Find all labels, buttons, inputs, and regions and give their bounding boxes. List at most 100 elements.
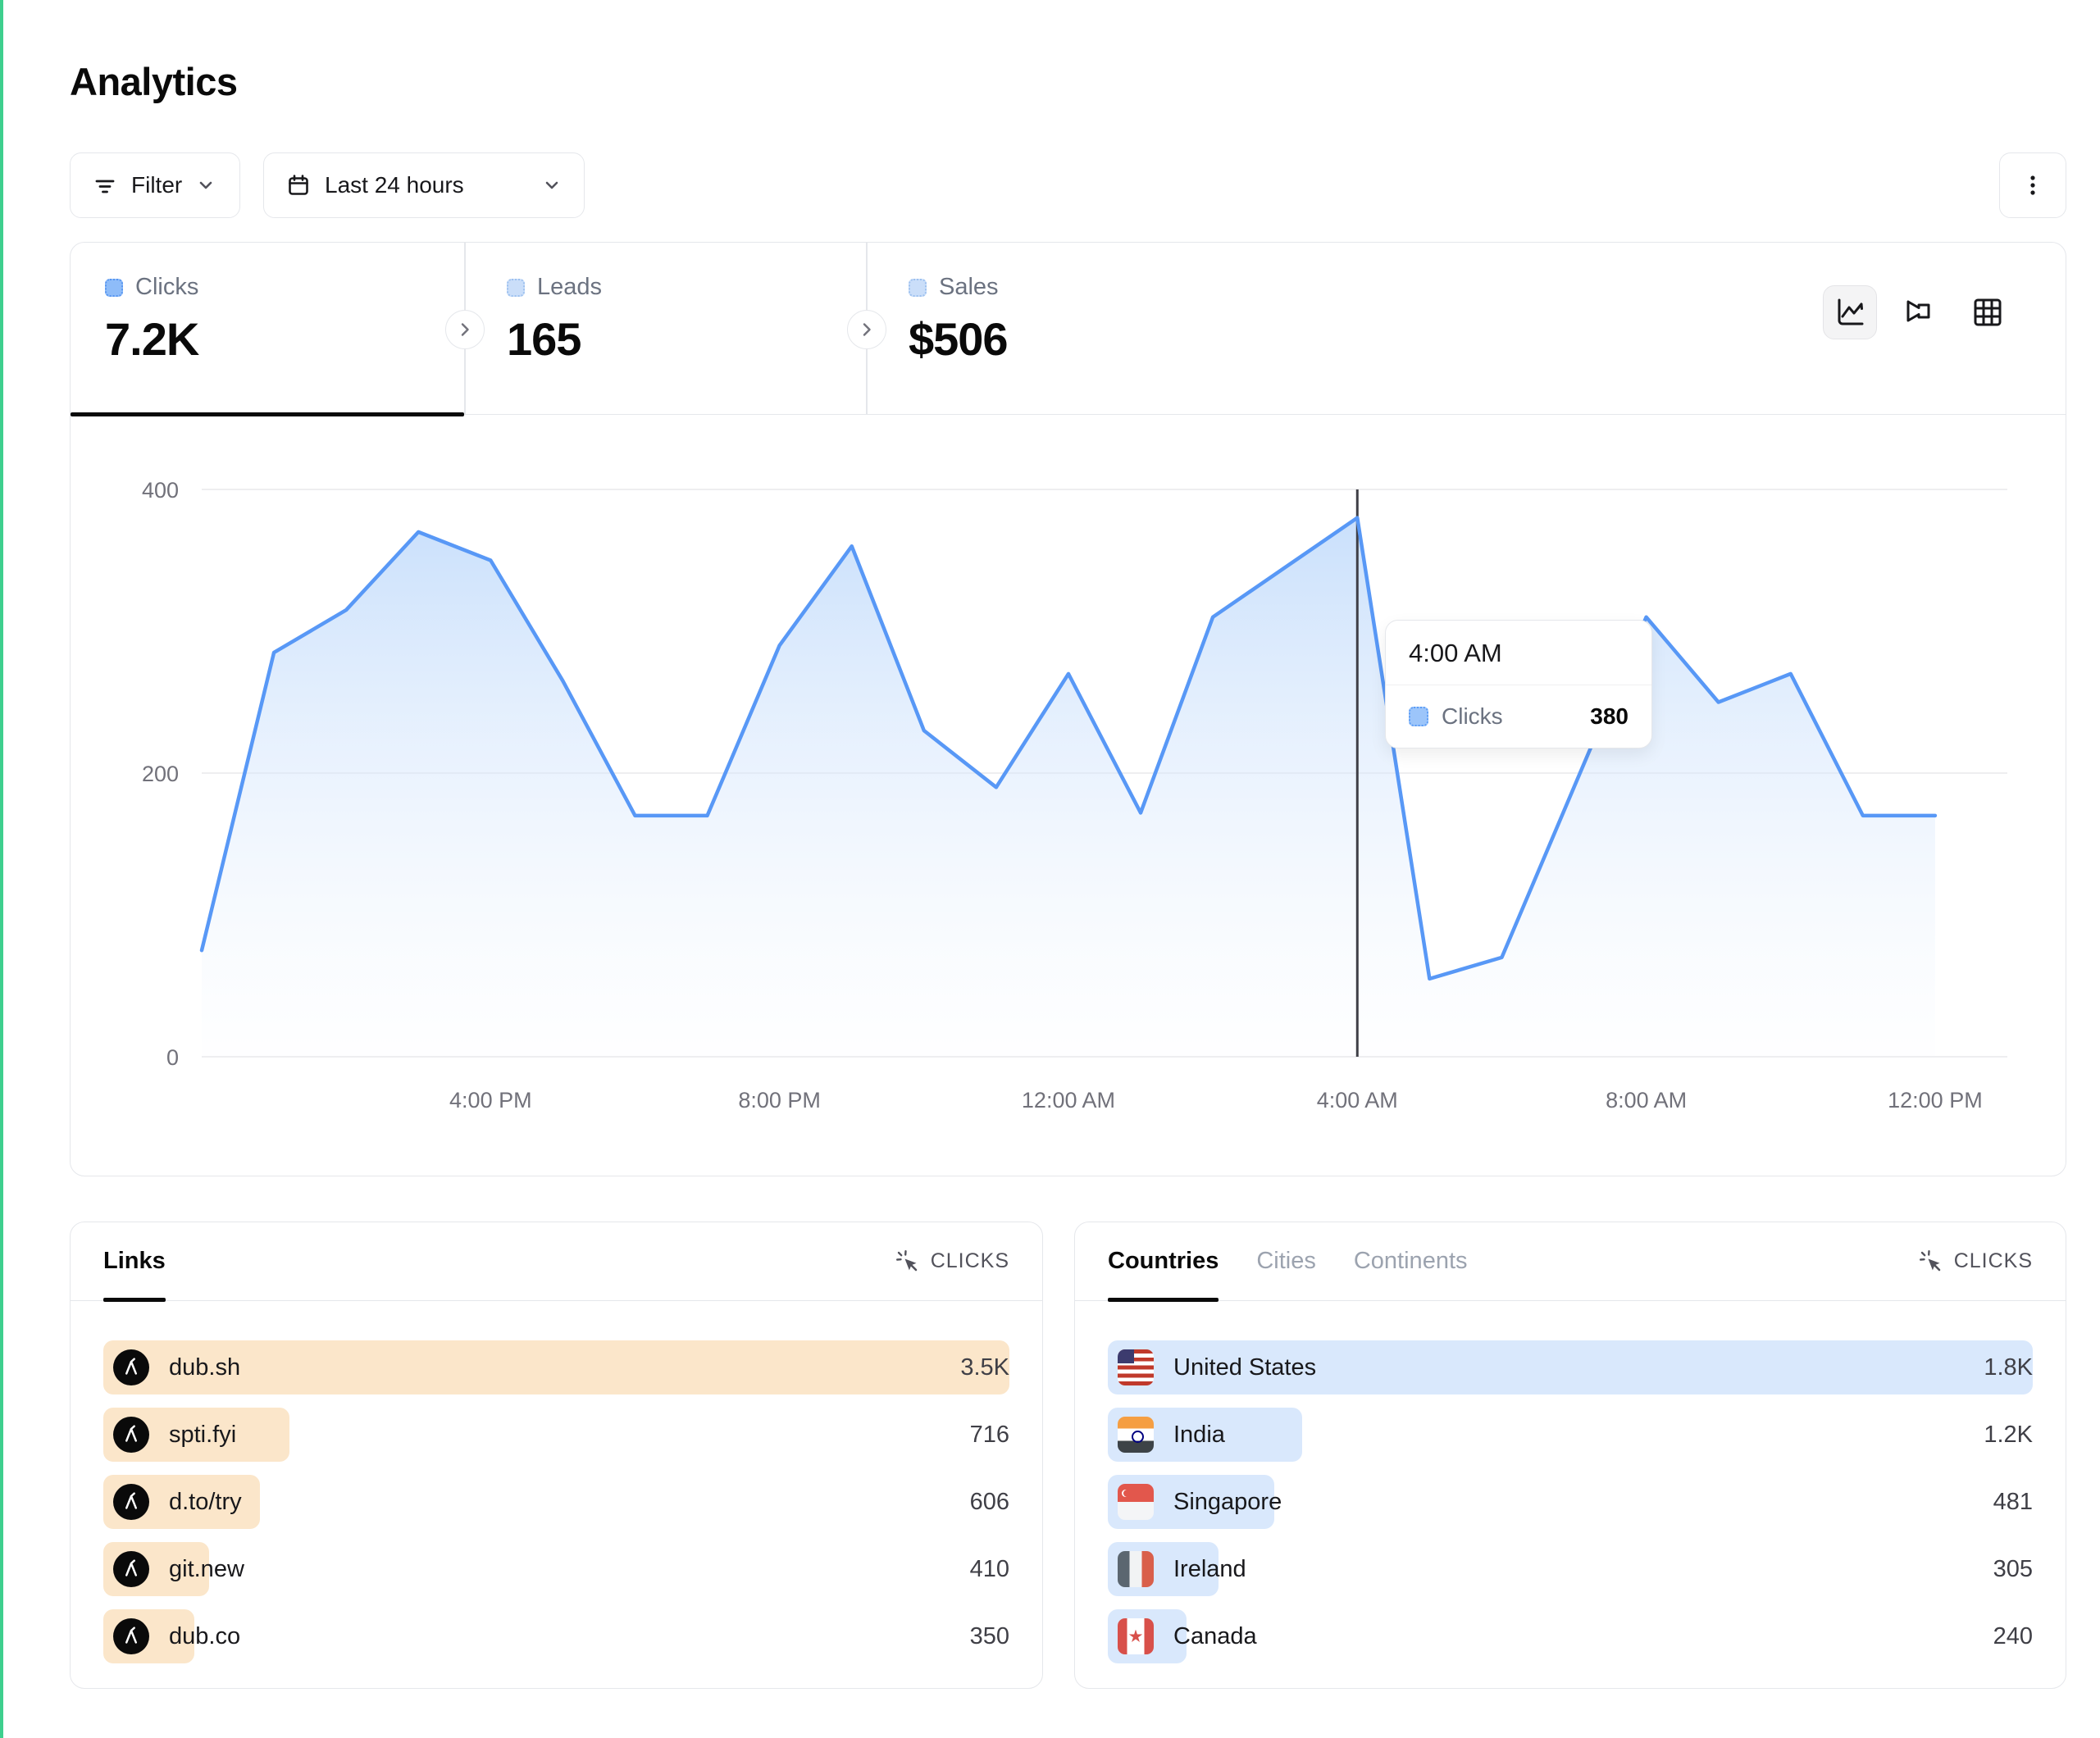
flag-us-icon [1118,1349,1154,1385]
chevron-down-icon [541,175,563,196]
chart-tooltip: 4:00 AM Clicks 380 [1385,620,1652,748]
link-label: git.new [169,1556,244,1583]
link-clicks-value: 410 [970,1542,1009,1596]
x-axis-label-4-00-AM: 4:00 AM [1317,1088,1398,1112]
line-chart-view-button[interactable] [1823,285,1877,339]
tab-cities[interactable]: Cities [1256,1222,1316,1300]
x-axis-label-8-00-AM: 8:00 AM [1606,1088,1687,1112]
clicks-legend-swatch [105,279,123,297]
link-clicks-value: 3.5K [960,1340,1009,1394]
link-row[interactable]: dub.sh 3.5K [103,1340,1009,1394]
link-clicks-value: 716 [970,1408,1009,1462]
clicks-value: 7.2K [105,312,464,366]
more-options-button[interactable] [1999,152,2066,218]
date-range-button[interactable]: Last 24 hours [263,152,585,218]
expand-sales-button[interactable] [847,310,886,349]
filter-lines-icon [92,172,118,198]
leads-value: 165 [507,312,866,366]
tab-leads[interactable]: Leads 165 [472,243,866,415]
link-row[interactable]: git.new 410 [103,1542,1009,1596]
country-label: Canada [1173,1623,1257,1650]
country-label: United States [1173,1354,1316,1381]
sales-value: $506 [909,312,1448,366]
country-clicks-value: 1.8K [1984,1340,2033,1394]
tab-countries[interactable]: Countries [1108,1222,1219,1300]
tab-clicks[interactable]: Clicks 7.2K [71,243,464,415]
y-axis-label-400: 400 [142,478,179,503]
link-clicks-value: 606 [970,1475,1009,1529]
y-axis-label-200: 200 [142,762,179,786]
chevron-down-icon [195,175,216,196]
y-axis-label-0: 0 [166,1045,179,1070]
leads-label: Leads [537,274,602,301]
dub-logo-avatar [113,1484,149,1520]
link-clicks-value: 350 [970,1609,1009,1663]
flag-ie-icon [1118,1551,1154,1587]
tooltip-series-label: Clicks [1442,703,1577,730]
chart-area-fill [202,518,1935,1057]
countries-panel: Countries Cities Continents CLICKS United … [1074,1222,2066,1689]
country-row[interactable]: United States 1.8K [1108,1340,2033,1394]
sales-legend-swatch [909,279,927,297]
dub-logo-avatar [113,1349,149,1385]
cursor-click-icon [895,1249,921,1275]
country-clicks-value: 305 [1993,1542,2033,1596]
countries-metric-label: CLICKS [1954,1249,2033,1273]
countries-tab-bar: Countries Cities Continents [1108,1222,1468,1300]
country-label: Ireland [1173,1556,1246,1583]
left-edge-strip [0,0,3,1738]
table-view-button[interactable] [1961,285,2015,339]
clicks-time-series-chart[interactable]: 02004004:00 PM8:00 PM12:00 AM4:00 AM8:00… [71,415,2065,1176]
country-label: India [1173,1422,1225,1449]
analytics-page: Analytics Filter Last 24 hours [0,0,2100,1738]
link-row[interactable]: spti.fyi 716 [103,1408,1009,1462]
country-clicks-value: 481 [1993,1475,2033,1529]
analytics-card: Clicks 7.2K Leads 165 [70,242,2066,1176]
tooltip-series-swatch [1409,707,1428,726]
link-label: dub.co [169,1623,240,1650]
funnel-chart-icon [1899,293,1938,332]
chart-canvas: 02004004:00 PM8:00 PM12:00 AM4:00 AM8:00… [71,415,2065,1176]
chart-view-toggles [1823,285,2015,339]
countries-list: United States 1.8K India 1.2K Singapore … [1075,1301,2066,1663]
cursor-click-icon [1918,1249,1944,1275]
link-row[interactable]: d.to/try 606 [103,1475,1009,1529]
expand-leads-button[interactable] [445,310,485,349]
links-list: dub.sh 3.5K spti.fyi 716 d.to/try 606 [71,1301,1042,1663]
tooltip-time: 4:00 AM [1386,621,1651,685]
link-label: d.to/try [169,1489,242,1516]
filter-button-label: Filter [131,172,182,198]
filter-button[interactable]: Filter [70,152,240,218]
countries-metric-header[interactable]: CLICKS [1918,1249,2033,1275]
flag-ca-icon [1118,1618,1154,1654]
kebab-menu-icon [2019,171,2047,199]
table-icon [1968,293,2007,332]
page-title: Analytics [70,59,237,104]
tab-sales[interactable]: Sales $506 [874,243,1448,415]
links-metric-header[interactable]: CLICKS [895,1249,1009,1275]
country-row[interactable]: Ireland 305 [1108,1542,2033,1596]
tab-continents[interactable]: Continents [1354,1222,1468,1300]
chevron-right-icon [854,317,879,342]
funnel-chart-view-button[interactable] [1892,285,1946,339]
links-panel: Links CLICKS dub.sh 3.5K spti.fyi [70,1222,1043,1689]
metric-tabs-row: Clicks 7.2K Leads 165 [71,243,2066,415]
link-row[interactable]: dub.co 350 [103,1609,1009,1663]
country-clicks-value: 240 [1993,1609,2033,1663]
dub-logo-avatar [113,1417,149,1453]
country-row[interactable]: India 1.2K [1108,1408,2033,1462]
dub-logo-avatar [113,1618,149,1654]
flag-in-icon [1118,1417,1154,1453]
clicks-label: Clicks [135,274,198,301]
leads-legend-swatch [507,279,525,297]
tooltip-series-value: 380 [1590,703,1629,730]
country-row[interactable]: Canada 240 [1108,1609,2033,1663]
tab-links[interactable]: Links [103,1222,166,1300]
country-row[interactable]: Singapore 481 [1108,1475,2033,1529]
line-chart-icon [1830,293,1870,332]
country-clicks-value: 1.2K [1984,1408,2033,1462]
country-label: Singapore [1173,1489,1282,1516]
links-metric-label: CLICKS [931,1249,1009,1273]
link-label: spti.fyi [169,1422,236,1449]
chevron-right-icon [453,317,477,342]
